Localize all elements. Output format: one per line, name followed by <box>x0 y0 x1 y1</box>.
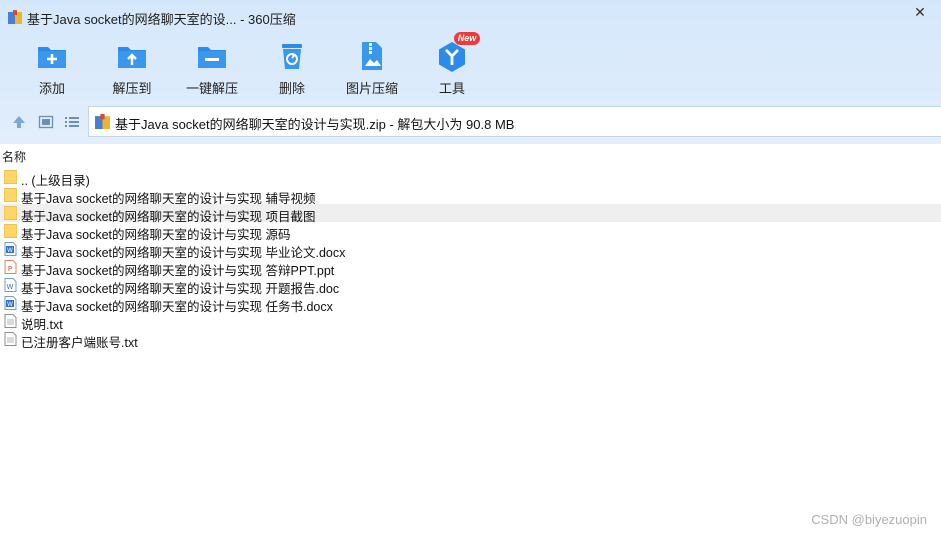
title-bar: 基于Java socket的网络聊天室的设... - 360压缩 ✕ <box>0 0 941 34</box>
new-badge: New <box>454 32 480 45</box>
image-compress-button[interactable]: 图片压缩 <box>332 38 412 98</box>
extract-to-button[interactable]: 解压到 <box>92 38 172 98</box>
address-bar[interactable]: 基于Java socket的网络聊天室的设计与实现.zip - 解包大小为 90… <box>88 106 941 137</box>
delete-label: 删除 <box>278 81 305 96</box>
word-document-icon: W <box>4 242 17 256</box>
image-compress-label: 图片压缩 <box>345 81 398 96</box>
zip-archive-icon <box>95 114 110 129</box>
file-name: 已注册客户端账号.txt <box>21 336 138 350</box>
file-row[interactable]: W 基于Java socket的网络聊天室的设计与实现 任务书.docx <box>0 294 941 314</box>
thumbnail-view-icon[interactable] <box>38 114 54 130</box>
close-icon[interactable]: ✕ <box>907 2 933 22</box>
list-view-icon[interactable] <box>64 114 80 130</box>
text-file-icon <box>4 314 17 328</box>
add-button[interactable]: 添加 <box>12 38 92 98</box>
svg-text:W: W <box>7 283 14 291</box>
file-row[interactable]: 说明.txt <box>0 312 941 332</box>
svg-text:W: W <box>7 247 13 254</box>
list-header: 名称 <box>0 144 941 166</box>
one-click-extract-icon <box>198 47 226 68</box>
folder-row[interactable]: .. (上级目录) <box>0 168 941 188</box>
folder-row[interactable]: 基于Java socket的网络聊天室的设计与实现 项目截图 <box>0 204 941 224</box>
folder-row[interactable]: 基于Java socket的网络聊天室的设计与实现 辅导视频 <box>0 186 941 206</box>
window-title: 基于Java socket的网络聊天室的设... - 360压缩 <box>27 12 296 27</box>
folder-row[interactable]: 基于Java socket的网络聊天室的设计与实现 源码 <box>0 222 941 242</box>
one-click-extract-button[interactable]: 一键解压 <box>172 38 252 98</box>
file-row[interactable]: W 基于Java socket的网络聊天室的设计与实现 毕业论文.docx <box>0 240 941 260</box>
toolbar: 添加 解压到 一键解压 删除 图片压缩 工具 <box>0 38 600 98</box>
folder-icon <box>4 206 17 220</box>
powerpoint-icon: P <box>4 260 17 274</box>
file-row[interactable]: 已注册客户端账号.txt <box>0 330 941 350</box>
tools-button[interactable]: 工具 <box>412 38 492 98</box>
archive-path-text: 基于Java socket的网络聊天室的设计与实现.zip - 解包大小为 90… <box>115 117 515 132</box>
delete-button[interactable]: 删除 <box>252 38 332 98</box>
top-panel: 基于Java socket的网络聊天室的设... - 360压缩 ✕ 添加 解压… <box>0 0 941 144</box>
text-file-icon <box>4 332 17 346</box>
extract-to-icon <box>118 47 146 68</box>
navigation-row: 基于Java socket的网络聊天室的设计与实现.zip - 解包大小为 90… <box>0 106 941 138</box>
up-arrow-icon[interactable] <box>11 114 27 130</box>
app-archive-icon <box>8 10 22 24</box>
watermark: CSDN @biyezuopin <box>811 512 927 527</box>
recycle-bin-icon <box>282 44 302 69</box>
add-label: 添加 <box>38 81 65 96</box>
one-click-extract-label: 一键解压 <box>185 81 238 96</box>
word-document-icon: W <box>4 296 17 310</box>
image-compress-icon <box>362 42 382 70</box>
extract-to-label: 解压到 <box>112 81 152 96</box>
file-row[interactable]: P 基于Java socket的网络聊天室的设计与实现 答辩PPT.ppt <box>0 258 941 278</box>
word-document-icon: W <box>4 278 17 292</box>
folder-icon <box>4 188 17 202</box>
folder-icon <box>4 170 17 184</box>
svg-text:P: P <box>8 265 12 273</box>
file-row[interactable]: W 基于Java socket的网络聊天室的设计与实现 开题报告.doc <box>0 276 941 296</box>
column-header-name[interactable]: 名称 <box>2 148 26 165</box>
folder-icon <box>4 224 17 238</box>
svg-text:W: W <box>7 301 13 308</box>
add-folder-icon <box>38 47 66 68</box>
tools-label: 工具 <box>438 81 465 96</box>
